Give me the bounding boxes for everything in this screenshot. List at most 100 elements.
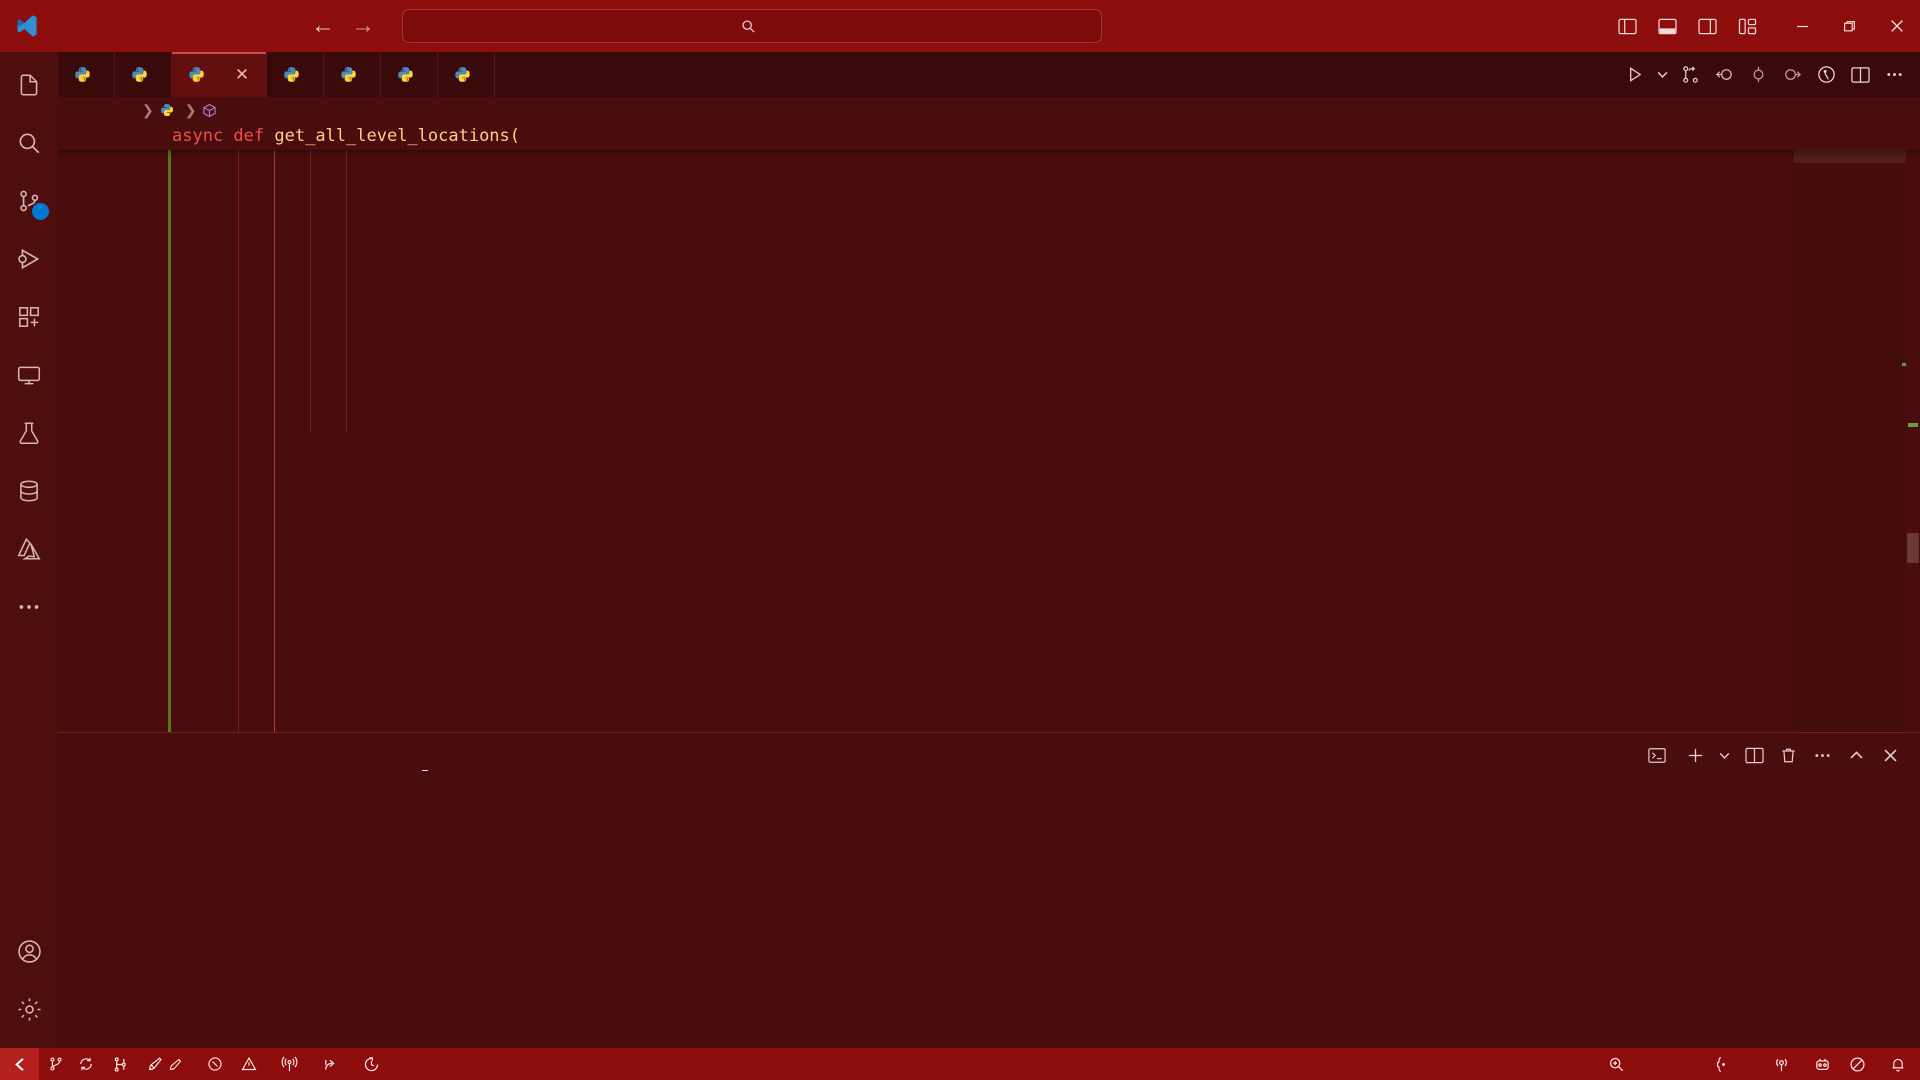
tab-suppliers-py[interactable] [115, 52, 172, 97]
close-panel-icon[interactable] [1874, 739, 1906, 771]
menu-view[interactable] [132, 21, 158, 31]
panel-tab-devdb[interactable] [306, 733, 340, 777]
step-back-icon[interactable] [1708, 59, 1740, 91]
status-eol[interactable] [1688, 1048, 1706, 1080]
launchpad-secondary-icon [168, 1057, 183, 1072]
status-encoding[interactable] [1670, 1048, 1688, 1080]
terminal-shell-selector[interactable] [1643, 739, 1677, 771]
maximize-panel-chevron-up-icon[interactable] [1840, 739, 1872, 771]
customize-layout-icon[interactable] [1727, 6, 1767, 46]
trash-icon[interactable] [1772, 739, 1804, 771]
panel-more-actions-icon[interactable] [1806, 739, 1838, 771]
menu-selection[interactable] [106, 21, 132, 31]
source-control-graph-icon[interactable] [1674, 59, 1706, 91]
status-go-live[interactable] [1764, 1048, 1805, 1080]
sidebar-item-source-control[interactable] [0, 172, 58, 230]
status-timer[interactable] [354, 1048, 395, 1080]
minimap[interactable] [1794, 123, 1906, 732]
menu-run[interactable] [184, 21, 210, 31]
minimize-icon[interactable] [1779, 0, 1826, 52]
live-share-icon [322, 1056, 339, 1073]
python-icon [188, 66, 205, 83]
terminal-output[interactable] [58, 777, 1920, 1048]
breadcrumb-separator-icon: ❯ [184, 101, 197, 118]
sidebar-item-testing[interactable] [0, 404, 58, 462]
split-terminal-icon[interactable] [1738, 739, 1770, 771]
panel-tab-output[interactable] [170, 733, 204, 777]
panel-tab-ports[interactable] [204, 733, 238, 777]
tab-router-py[interactable] [58, 52, 115, 97]
tab-supplier-services-py[interactable] [324, 52, 381, 97]
sidebar-item-remote-explorer[interactable] [0, 346, 58, 404]
arrow-left-icon[interactable]: ← [308, 12, 338, 40]
status-launchpad[interactable] [138, 1048, 198, 1080]
tab-product-s[interactable] [438, 52, 495, 97]
remote-window-icon[interactable] [0, 1048, 39, 1080]
status-language-mode[interactable] [1706, 1048, 1746, 1080]
zoom-icon [1608, 1056, 1625, 1073]
status-ports[interactable] [272, 1048, 313, 1080]
panel-tab-terminal[interactable] [408, 733, 442, 777]
new-terminal-chevron-down-icon[interactable] [1713, 739, 1736, 771]
toggle-secondary-sidebar-icon[interactable] [1687, 6, 1727, 46]
panel-tab-postman-console[interactable] [340, 733, 374, 777]
tab-location-py[interactable]: ✕ [172, 52, 267, 97]
tab-close-icon[interactable]: ✕ [232, 65, 252, 85]
panel-tab-debug-console[interactable] [374, 733, 408, 777]
sticky-scroll-line[interactable]: async def get_all_level_locations( [58, 123, 1920, 150]
close-icon[interactable] [1873, 0, 1920, 52]
toggle-primary-sidebar-icon[interactable] [1607, 6, 1647, 46]
menu-go[interactable] [158, 21, 184, 31]
sidebar-item-azure[interactable] [0, 520, 58, 578]
symbol-method-icon [202, 103, 217, 118]
menu-edit[interactable] [80, 21, 106, 31]
code-editor[interactable]: else: async def get_all_level_locations( [58, 123, 1920, 732]
sidebar-item-search[interactable] [0, 114, 58, 172]
menu-file[interactable] [54, 21, 80, 31]
editor-scrollbar-thumb[interactable] [1907, 533, 1919, 563]
step-forward-icon[interactable] [1776, 59, 1808, 91]
status-live-share[interactable] [313, 1048, 354, 1080]
tab-location-models-py[interactable] [267, 52, 324, 97]
status-python-interpreter[interactable] [1746, 1048, 1764, 1080]
split-editor-icon[interactable] [1844, 59, 1876, 91]
new-terminal-icon[interactable] [1679, 739, 1711, 771]
sidebar-item-more-views-icon[interactable] [0, 578, 58, 636]
status-gitlens[interactable] [1805, 1048, 1840, 1080]
git-graph-icon [112, 1056, 129, 1073]
run-dropdown-chevron-icon[interactable] [1652, 59, 1672, 91]
overview-ruler-marker [1908, 423, 1918, 427]
toggle-breakpoint-icon[interactable] [1742, 59, 1774, 91]
gear-icon[interactable] [0, 980, 58, 1038]
status-indentation[interactable] [1652, 1048, 1670, 1080]
restore-icon[interactable] [1826, 0, 1873, 52]
more-actions-icon[interactable] [1878, 59, 1910, 91]
arrow-right-icon[interactable]: → [348, 12, 378, 40]
account-icon[interactable] [0, 922, 58, 980]
run-python-file-icon[interactable] [1618, 59, 1650, 91]
status-branch[interactable] [39, 1048, 103, 1080]
tab-biz-partner-services-py[interactable] [381, 52, 438, 97]
sidebar-item-database[interactable] [0, 462, 58, 520]
sidebar-item-run-and-debug[interactable] [0, 230, 58, 288]
sidebar-item-explorer[interactable] [0, 56, 58, 114]
toggle-panel-icon[interactable] [1647, 6, 1687, 46]
status-git-graph[interactable] [103, 1048, 138, 1080]
status-zoom[interactable] [1599, 1048, 1634, 1080]
panel-tab-gitlens[interactable] [238, 733, 272, 777]
menu-more-icon[interactable] [210, 21, 236, 31]
status-prettier[interactable] [1840, 1048, 1881, 1080]
sticky-code-content: async def get_all_level_locations( [172, 126, 521, 146]
status-problems[interactable] [198, 1048, 272, 1080]
run-and-debug-icon[interactable] [1810, 59, 1842, 91]
panel-tab-azure[interactable] [272, 733, 306, 777]
status-notifications[interactable] [1881, 1048, 1920, 1080]
breadcrumb-item-location-py[interactable] [160, 103, 179, 117]
sidebar-item-extensions[interactable] [0, 288, 58, 346]
command-center[interactable] [402, 9, 1102, 43]
status-cursor-position[interactable] [1634, 1048, 1652, 1080]
breadcrumb-item-symbol[interactable] [202, 103, 222, 118]
editor-code-area[interactable]: else: [58, 123, 1920, 732]
panel-tab-problems[interactable] [136, 733, 170, 777]
editor-scrollbar[interactable] [1906, 123, 1920, 732]
